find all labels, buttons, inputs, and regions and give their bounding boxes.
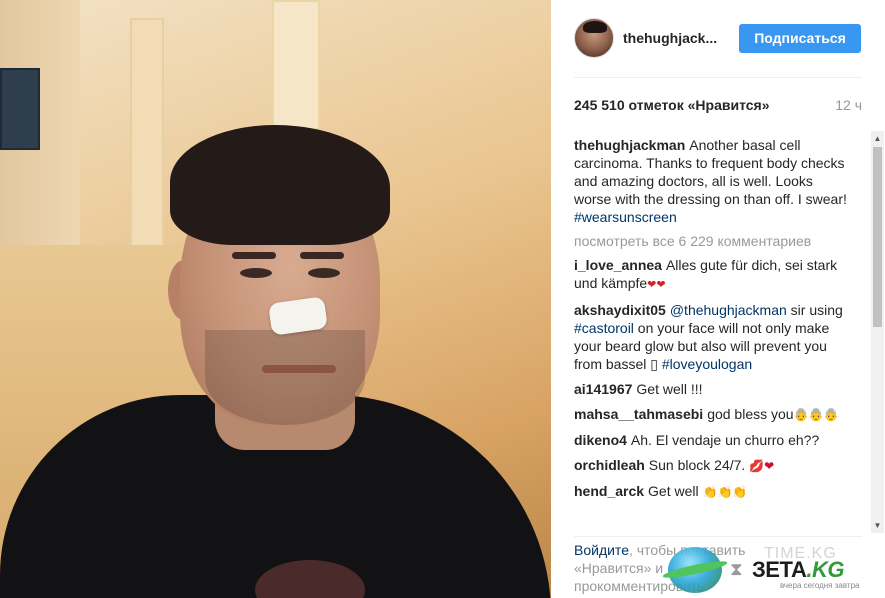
username-link[interactable]: thehughjack... — [623, 30, 717, 46]
photo-eye — [240, 268, 272, 278]
hashtag-link[interactable]: #castoroil — [574, 320, 634, 336]
comment-text: god bless you — [707, 406, 794, 422]
scrollbar-thumb[interactable] — [873, 147, 882, 327]
hashtag-link[interactable]: #loveyoulogan — [662, 356, 752, 372]
comment-author[interactable]: orchidleah — [574, 457, 645, 473]
list-item: akshaydixit05 @thehughjackman sir using #… — [574, 301, 848, 373]
watermark-subtitle: вчера сегодня завтра — [780, 581, 860, 590]
list-item: dikeno4 Ah. El vendaje un churro eh?? — [574, 431, 848, 449]
comment-author[interactable]: ai141967 — [574, 381, 632, 397]
avatar[interactable] — [574, 18, 614, 58]
list-item: orchidleah Sun block 24/7. 💋❤ — [574, 456, 848, 475]
comment-text: Sun block 24/7. — [648, 457, 746, 473]
comment-text: Get well — [648, 483, 699, 499]
comment-author[interactable]: i_love_annea — [574, 257, 662, 273]
caption: thehughjackman Another basal cell carcino… — [574, 136, 848, 226]
kiss-heart-emoji: 💋❤ — [749, 459, 775, 473]
post-sidebar: thehughjack... Подписаться 245 510 отмет… — [551, 0, 885, 598]
photo-wall-frame — [0, 68, 40, 150]
login-link[interactable]: Войдите — [574, 542, 629, 558]
photo-eye — [308, 268, 340, 278]
likes-row: 245 510 отметок «Нравится» 12 ч — [574, 97, 862, 117]
emoji-placeholder: ▯ — [650, 356, 658, 372]
list-item: ai141967 Get well !!! — [574, 380, 848, 398]
comments-list: thehughjackman Another basal cell carcino… — [574, 136, 848, 534]
photo-mouth — [262, 365, 336, 373]
site-watermark: TIME.KG ⧗ ЗЕТА.KG вчера сегодня завтра — [668, 545, 878, 593]
comment-text: Ah. El vendaje un churro eh?? — [630, 432, 820, 448]
comment-author[interactable]: dikeno4 — [574, 432, 627, 448]
view-all-comments-link[interactable]: посмотреть все 6 229 комментариев — [574, 233, 848, 249]
comment-author[interactable]: akshaydixit05 — [574, 302, 666, 318]
photo-brow — [300, 252, 344, 259]
comments-scrollbar[interactable]: ▲ ▼ — [871, 131, 884, 533]
list-item: hend_arck Get well 👏👏👏 — [574, 482, 848, 501]
likes-count[interactable]: 245 510 отметок «Нравится» — [574, 97, 770, 113]
grandma-emoji: 👵👵👵 — [793, 408, 839, 422]
comment-author[interactable]: mahsa__tahmasebi — [574, 406, 703, 422]
photo-door — [130, 18, 164, 248]
login-text: «Нравится» и — [574, 560, 664, 576]
clap-emoji: 👏👏👏 — [702, 485, 748, 499]
photo-stubble — [205, 330, 365, 425]
list-item: mahsa__tahmasebi god bless you👵👵👵 — [574, 405, 848, 424]
mention-link[interactable]: @thehughjackman — [670, 302, 787, 318]
scroll-down-arrow-icon[interactable]: ▼ — [871, 518, 884, 533]
globe-logo-icon — [668, 547, 722, 593]
heart-emoji: ❤❤ — [647, 279, 666, 291]
post-time[interactable]: 12 ч — [835, 97, 862, 113]
comment-text: sir using — [786, 302, 843, 318]
photo-door — [272, 0, 320, 130]
post-photo[interactable] — [0, 0, 551, 598]
hourglass-icon: ⧗ — [730, 559, 743, 579]
photo-brow — [232, 252, 276, 259]
comment-author[interactable]: hend_arck — [574, 483, 644, 499]
watermark-brand: ЗЕТА.KG — [752, 557, 845, 582]
scroll-up-arrow-icon[interactable]: ▲ — [871, 131, 884, 146]
caption-author[interactable]: thehughjackman — [574, 137, 685, 153]
post-header: thehughjack... Подписаться — [574, 18, 862, 78]
photo-hair — [170, 125, 390, 245]
caption-hashtag[interactable]: #wearsunscreen — [574, 209, 677, 225]
list-item: i_love_annea Alles gute für dich, sei sta… — [574, 256, 848, 294]
comment-text: Get well !!! — [636, 381, 703, 397]
follow-button[interactable]: Подписаться — [739, 24, 861, 53]
